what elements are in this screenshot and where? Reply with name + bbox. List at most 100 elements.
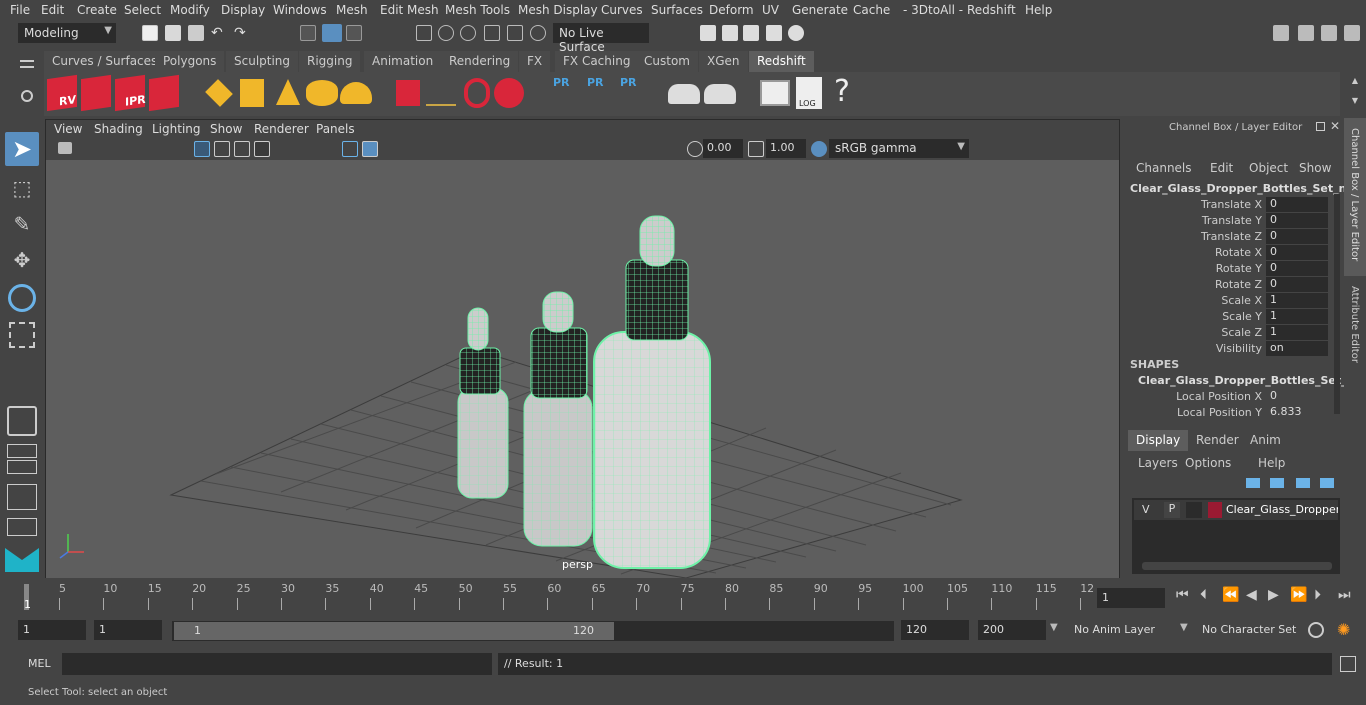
move-tool-icon[interactable]: ✥ xyxy=(8,248,36,276)
anim-layer-dropdown[interactable]: ▼ No Anim Layer xyxy=(1050,620,1180,640)
lasso-tool-icon[interactable]: ⬚ xyxy=(8,176,36,204)
cb-menu-object[interactable]: Object xyxy=(1249,161,1288,175)
menu-mesh[interactable]: Mesh xyxy=(336,3,368,17)
menu-surfaces[interactable]: Surfaces xyxy=(651,3,703,17)
rs-curve-icon[interactable] xyxy=(464,78,490,108)
undo-icon[interactable]: ↶ xyxy=(211,25,227,41)
menu-edit[interactable]: Edit xyxy=(41,3,64,17)
range-slider[interactable]: 1 120 xyxy=(172,621,894,641)
tab-sculpting[interactable]: Sculpting xyxy=(226,51,299,72)
side-tab-attribute-editor[interactable]: Attribute Editor xyxy=(1344,278,1366,378)
anim-end-field[interactable]: 200 xyxy=(978,620,1046,640)
open-scene-icon[interactable] xyxy=(165,25,181,41)
rs-log-icon[interactable]: LOG xyxy=(796,77,822,109)
last-tool-icon[interactable] xyxy=(7,406,37,436)
rs-sphere-icon[interactable] xyxy=(494,78,524,108)
snap-grid-icon[interactable] xyxy=(416,25,432,41)
tab-rigging[interactable]: Rigging xyxy=(299,51,361,72)
menu-uv[interactable]: UV xyxy=(762,3,779,17)
select-component-icon[interactable] xyxy=(346,25,362,41)
tab-anim-layers[interactable]: Anim xyxy=(1242,430,1289,451)
tab-display-layers[interactable]: Display xyxy=(1128,430,1189,451)
channel-box-float-icon[interactable] xyxy=(1316,122,1325,131)
layer-hscrollbar[interactable] xyxy=(1142,562,1332,570)
play-forward-icon[interactable]: ▶ xyxy=(1268,587,1279,603)
vp-menu-view[interactable]: View xyxy=(54,122,82,136)
time-slider[interactable]: 1 5 10 15 20 25 30 35 40 45 50 55 60 65 70 75 80 85 90 95 1… xyxy=(0,578,1366,614)
tab-animation[interactable]: Animation xyxy=(364,51,442,72)
cb-attr-rotate-x[interactable]: Rotate X0 xyxy=(1124,245,1334,261)
select-object-icon[interactable] xyxy=(322,24,342,42)
wireframe-icon[interactable] xyxy=(214,141,230,157)
select-hierarchy-icon[interactable] xyxy=(300,25,316,41)
layout-four-icon[interactable] xyxy=(7,460,37,474)
color-space-dropdown[interactable]: sRGB gamma ▼ xyxy=(829,139,969,158)
menu-modify[interactable]: Modify xyxy=(170,3,210,17)
smooth-shade-icon[interactable] xyxy=(234,141,250,157)
playback-start-field[interactable]: 1 xyxy=(94,620,162,640)
hypershade-icon[interactable] xyxy=(788,25,804,41)
layout-single-icon[interactable] xyxy=(7,444,37,458)
ipr-render-icon[interactable] xyxy=(743,25,759,41)
rs-code-icon[interactable] xyxy=(760,80,790,106)
menu-file[interactable]: File xyxy=(10,3,30,17)
tab-custom[interactable]: Custom xyxy=(636,51,698,72)
render-settings-icon[interactable] xyxy=(766,25,782,41)
cb-attr-scale-x[interactable]: Scale X1 xyxy=(1124,293,1334,309)
panel-toggle-3-icon[interactable] xyxy=(1344,25,1360,41)
menu-edit-mesh[interactable]: Edit Mesh xyxy=(380,3,439,17)
rs-spotlight-icon[interactable] xyxy=(276,79,300,105)
menu-windows[interactable]: Windows xyxy=(273,3,327,17)
rs-help-icon[interactable]: ? xyxy=(834,74,854,110)
cb-attr-scale-y[interactable]: Scale Y1 xyxy=(1124,309,1334,325)
tab-rendering[interactable]: Rendering xyxy=(441,51,519,72)
character-set-dropdown[interactable]: ▼ No Character Set xyxy=(1180,620,1300,640)
rs-hair-icon[interactable] xyxy=(426,84,456,106)
rs-proxy-icon[interactable] xyxy=(205,79,233,107)
anim-prefs-icon[interactable]: ✺ xyxy=(1337,620,1350,639)
menu-mesh-tools[interactable]: Mesh Tools xyxy=(445,3,510,17)
cb-object-name[interactable]: Clear_Glass_Dropper_Bottles_Set_nc... xyxy=(1130,182,1365,195)
anim-start-field[interactable]: 1 xyxy=(18,620,86,640)
new-scene-icon[interactable] xyxy=(142,25,158,41)
grid-toggle-icon[interactable] xyxy=(194,141,210,157)
cb-menu-edit[interactable]: Edit xyxy=(1210,161,1233,175)
cb-attr-rotate-y[interactable]: Rotate Y0 xyxy=(1124,261,1334,277)
layout-graph-icon[interactable] xyxy=(7,518,37,536)
menu-mesh-display[interactable]: Mesh Display xyxy=(518,3,598,17)
rs-bake-icon[interactable] xyxy=(668,84,700,104)
cb-attr-translate-y[interactable]: Translate Y0 xyxy=(1124,213,1334,229)
rs-pr-swap-icon[interactable]: PR xyxy=(620,76,648,110)
current-frame-field[interactable]: 1 xyxy=(1097,588,1165,608)
side-tab-channel-box[interactable]: Channel Box / Layer Editor xyxy=(1344,118,1366,276)
rs-portal-icon[interactable] xyxy=(306,80,338,106)
workspace-icon[interactable] xyxy=(1273,25,1289,41)
paint-select-icon[interactable]: ✎ xyxy=(8,212,36,240)
history-icon[interactable] xyxy=(700,25,716,41)
cb-attr-scale-z[interactable]: Scale Z1 xyxy=(1124,325,1334,341)
script-editor-icon[interactable] xyxy=(1340,656,1356,672)
menu-display[interactable]: Display xyxy=(221,3,265,17)
menu-3dtoall[interactable]: - 3DtoAll - xyxy=(903,3,963,17)
live-surface-field[interactable]: No Live Surface xyxy=(553,23,649,54)
snap-curve-icon[interactable] xyxy=(438,25,454,41)
cb-attr-translate-z[interactable]: Translate Z0 xyxy=(1124,229,1334,245)
menu-curves[interactable]: Curves xyxy=(601,3,643,17)
select-tool-icon[interactable]: ➤ xyxy=(5,132,39,166)
vp-menu-show[interactable]: Show xyxy=(210,122,242,136)
xray-icon[interactable] xyxy=(362,141,378,157)
snap-view-icon[interactable] xyxy=(484,25,500,41)
rs-pr-export-icon[interactable]: PR xyxy=(587,76,611,110)
panel-toggle-2-icon[interactable] xyxy=(1321,25,1337,41)
gamma-icon[interactable] xyxy=(748,141,764,157)
camera-attributes-icon[interactable] xyxy=(58,142,72,154)
scale-tool-icon[interactable] xyxy=(9,322,35,348)
cb-attr-translate-x[interactable]: Translate X0 xyxy=(1124,197,1334,213)
rotate-tool-icon[interactable] xyxy=(8,284,36,312)
menu-create[interactable]: Create xyxy=(77,3,117,17)
gamma-field[interactable]: 1.00 xyxy=(766,139,806,158)
le-menu-options[interactable]: Options xyxy=(1185,456,1231,470)
range-slider-handle[interactable]: 1 120 xyxy=(174,622,614,640)
rs-dome-light-icon[interactable] xyxy=(340,82,372,104)
shelf-gear-icon[interactable] xyxy=(21,90,33,102)
